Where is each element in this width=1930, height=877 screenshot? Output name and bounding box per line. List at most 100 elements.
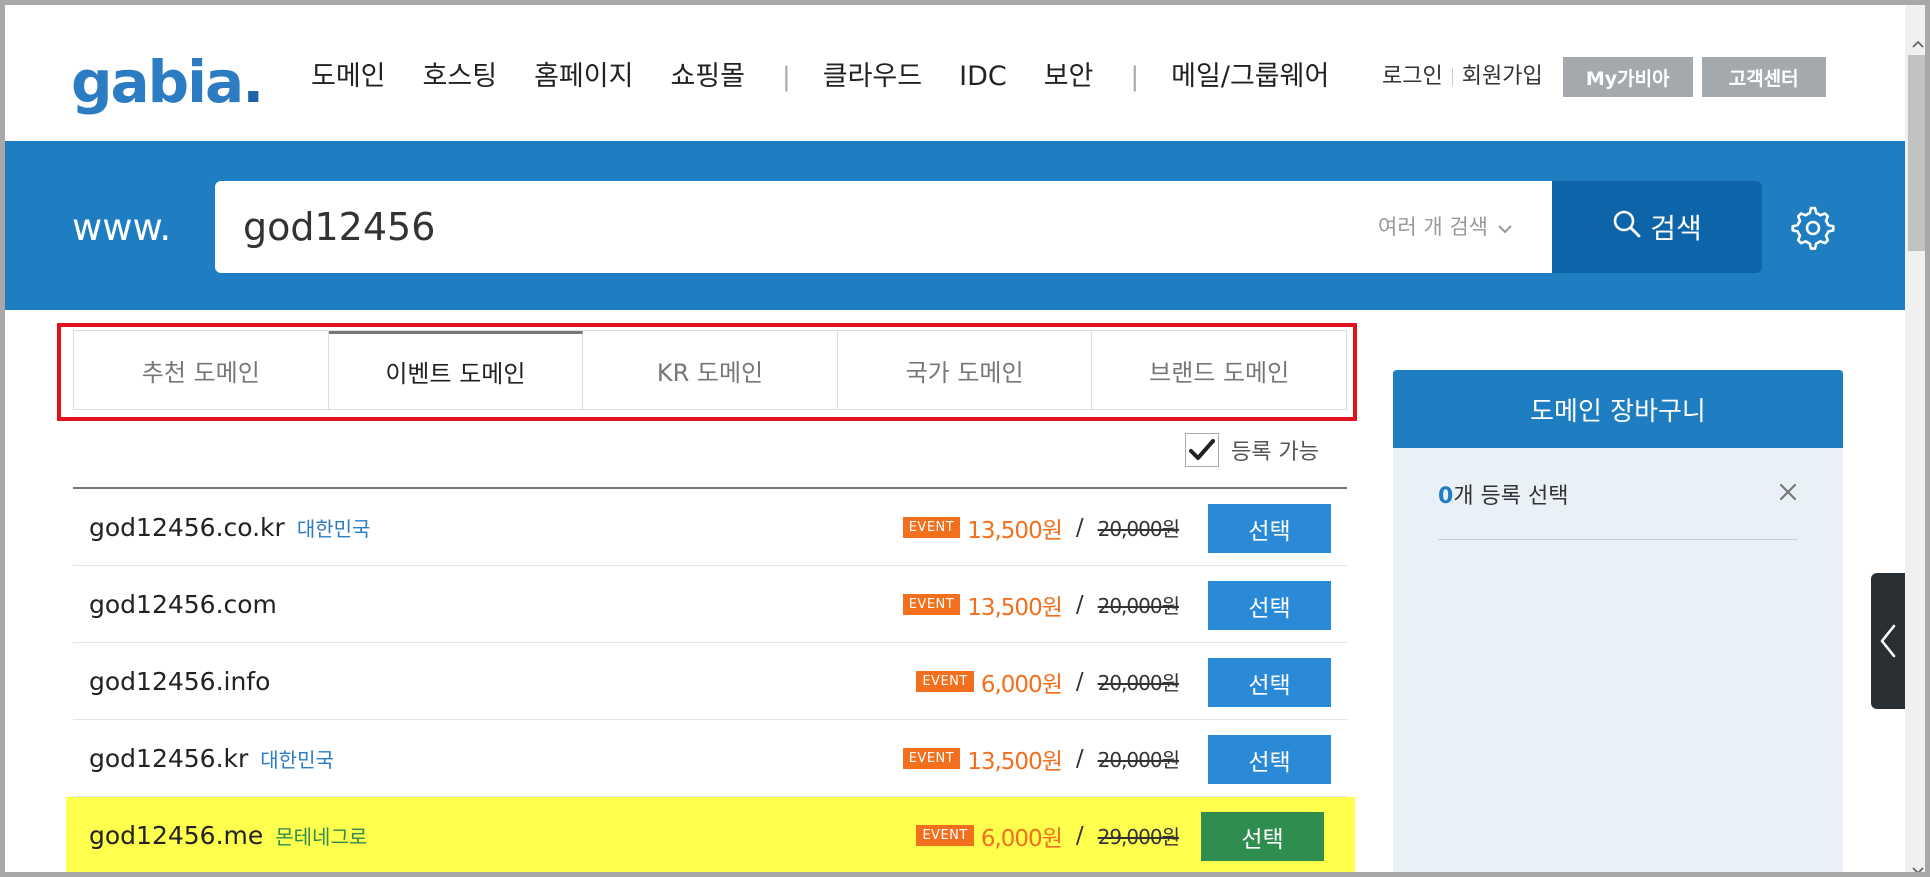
- original-price: 20,000원: [1097, 748, 1180, 772]
- select-button-label: 선택: [1248, 748, 1291, 775]
- domain-country: 대한민국: [260, 748, 334, 772]
- price-cell: EVENT 6,000원 / 20,000원: [916, 643, 1180, 720]
- event-badge: EVENT: [902, 517, 961, 538]
- cart-count-row: 0개 등록 선택: [1438, 448, 1798, 540]
- select-button-label: 선택: [1248, 671, 1291, 698]
- search-button[interactable]: 검색: [1552, 181, 1762, 273]
- sale-price: 13,500원: [967, 517, 1063, 544]
- select-button[interactable]: 선택: [1201, 812, 1324, 861]
- chevron-left-icon: [1880, 624, 1896, 658]
- price-divider: /: [1075, 591, 1084, 618]
- customer-center-button[interactable]: 고객센터: [1701, 57, 1826, 97]
- logo-dot: .: [242, 48, 264, 116]
- close-icon[interactable]: [1778, 482, 1798, 506]
- site-header: gabia. 도메인 호스팅 홈페이지 쇼핑몰 | 클라우드 IDC 보안 | …: [5, 5, 1905, 141]
- search-box: 여러 개 검색: [215, 181, 1552, 273]
- price-cell: EVENT 13,500원 / 20,000원: [902, 566, 1180, 643]
- event-badge: EVENT: [916, 825, 974, 846]
- price-divider: /: [1075, 745, 1084, 772]
- util-divider: [1451, 68, 1453, 86]
- cart-count-suffix: 개 등록 선택: [1453, 483, 1569, 509]
- nav-hosting[interactable]: 호스팅: [423, 57, 498, 97]
- nav-idc[interactable]: IDC: [959, 57, 1007, 97]
- gear-icon[interactable]: [1791, 206, 1835, 254]
- nav-separator: |: [781, 62, 791, 92]
- logo-text: gabia: [71, 48, 244, 116]
- domain-tabs: 추천 도메인 이벤트 도메인 KR 도메인 국가 도메인 브랜드 도메인: [73, 330, 1347, 410]
- search-icon: [1612, 209, 1650, 246]
- nav-separator: |: [1130, 62, 1140, 92]
- scroll-thumb[interactable]: [1908, 55, 1925, 251]
- event-badge: EVENT: [902, 748, 961, 769]
- gabia-logo[interactable]: gabia.: [71, 48, 264, 116]
- tab-country[interactable]: 국가 도메인: [837, 331, 1093, 409]
- tab-kr[interactable]: KR 도메인: [583, 331, 838, 409]
- price-cell: EVENT 6,000원 / 29,000원: [916, 797, 1180, 872]
- result-row: god12456.co.kr 대한민국 EVENT 13,500원 / 20,0…: [73, 489, 1347, 566]
- utility-nav: 로그인 회원가입 My가비아 고객센터: [1382, 57, 1826, 97]
- scroll-up-arrow-icon[interactable]: [1905, 33, 1925, 55]
- domain-name: god12456.info: [89, 667, 271, 696]
- page-scrollbar[interactable]: [1905, 5, 1925, 872]
- tab-brand[interactable]: 브랜드 도메인: [1092, 331, 1346, 409]
- domain-country: 대한민국: [296, 517, 371, 541]
- domain-cell: god12456.info: [89, 643, 282, 720]
- price-cell: EVENT 13,500원 / 20,000원: [902, 720, 1180, 797]
- price-divider: /: [1075, 514, 1084, 541]
- nav-domain[interactable]: 도메인: [311, 57, 386, 97]
- select-button[interactable]: 선택: [1208, 504, 1331, 553]
- result-row-highlighted: god12456.me 몬테네그로 EVENT 6,000원 / 29,000원…: [66, 797, 1355, 872]
- tab-recommended[interactable]: 추천 도메인: [74, 331, 329, 409]
- original-price: 20,000원: [1097, 594, 1180, 618]
- domain-name: god12456.me: [89, 821, 264, 850]
- original-price: 29,000원: [1097, 825, 1180, 849]
- sale-price: 13,500원: [967, 748, 1063, 775]
- price-cell: EVENT 13,500원 / 20,000원: [902, 489, 1180, 566]
- domain-name: god12456.co.kr: [89, 513, 285, 542]
- event-badge: EVENT: [916, 671, 974, 692]
- domain-cell: god12456.com: [89, 566, 289, 643]
- select-button[interactable]: 선택: [1208, 735, 1331, 784]
- nav-homepage[interactable]: 홈페이지: [534, 57, 633, 97]
- original-price: 20,000원: [1097, 671, 1180, 695]
- domain-cell: god12456.kr 대한민국: [89, 720, 334, 797]
- select-button-label: 선택: [1241, 825, 1284, 852]
- side-panel-toggle[interactable]: [1871, 573, 1905, 709]
- available-checkbox[interactable]: [1185, 433, 1219, 467]
- browser-frame: gabia. 도메인 호스팅 홈페이지 쇼핑몰 | 클라우드 IDC 보안 | …: [0, 0, 1930, 877]
- event-badge: EVENT: [902, 594, 961, 615]
- domain-cart: 도메인 장바구니 0개 등록 선택: [1393, 370, 1843, 872]
- select-button[interactable]: 선택: [1208, 658, 1331, 707]
- result-row: god12456.kr 대한민국 EVENT 13,500원 / 20,000원…: [73, 720, 1347, 797]
- www-prefix: www.: [72, 206, 172, 249]
- cart-count-number: 0: [1438, 483, 1454, 509]
- domain-results-list: god12456.co.kr 대한민국 EVENT 13,500원 / 20,0…: [66, 487, 1355, 872]
- checkmark-icon: [1189, 439, 1215, 460]
- available-filter[interactable]: 등록 가능: [1185, 433, 1319, 467]
- nav-cloud[interactable]: 클라우드: [823, 57, 922, 97]
- sale-price: 6,000원: [980, 825, 1063, 852]
- result-row: god12456.info EVENT 6,000원 / 20,000원 선택: [73, 643, 1347, 720]
- select-button[interactable]: 선택: [1208, 581, 1331, 630]
- domain-name: god12456.kr: [89, 744, 249, 773]
- nav-mail-groupware[interactable]: 메일/그룹웨어: [1171, 57, 1329, 97]
- my-gabia-button[interactable]: My가비아: [1562, 57, 1693, 97]
- multi-search-toggle[interactable]: 여러 개 검색: [1378, 209, 1512, 245]
- global-nav: 도메인 호스팅 홈페이지 쇼핑몰 | 클라우드 IDC 보안 | 메일/그룹웨어: [311, 57, 1366, 97]
- scroll-down-arrow-icon[interactable]: [1905, 860, 1925, 872]
- cart-title: 도메인 장바구니: [1393, 370, 1843, 448]
- domain-country: 몬테네그로: [275, 825, 368, 849]
- signup-link[interactable]: 회원가입: [1462, 57, 1543, 97]
- sale-price: 6,000원: [980, 671, 1063, 698]
- nav-security[interactable]: 보안: [1044, 57, 1094, 97]
- domain-search-input[interactable]: [243, 199, 1243, 255]
- search-button-label: 검색: [1650, 212, 1702, 245]
- login-link[interactable]: 로그인: [1382, 57, 1443, 97]
- tab-event[interactable]: 이벤트 도메인: [328, 331, 584, 409]
- original-price: 20,000원: [1097, 517, 1180, 541]
- domain-cell: god12456.me 몬테네그로: [89, 797, 368, 872]
- select-button-label: 선택: [1248, 594, 1291, 621]
- nav-shoppingmall[interactable]: 쇼핑몰: [670, 57, 745, 97]
- cart-body: 0개 등록 선택: [1393, 448, 1843, 540]
- select-button-label: 선택: [1248, 517, 1291, 544]
